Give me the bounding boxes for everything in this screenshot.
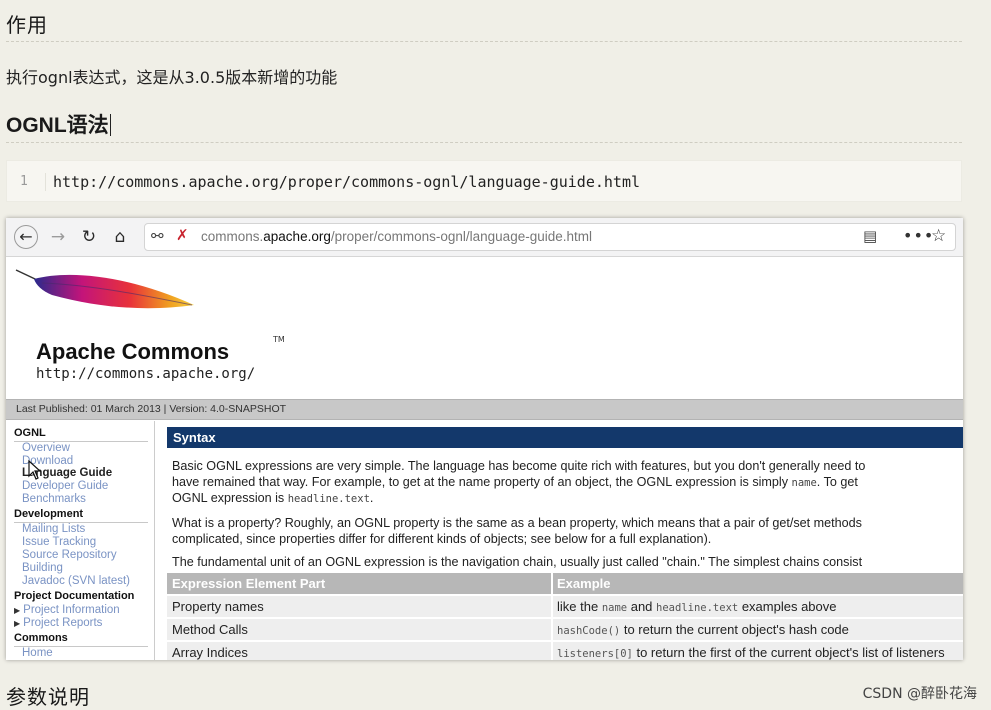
- column-divider: [551, 619, 553, 640]
- nav-heading-development: Development: [14, 508, 84, 520]
- table-header-cell: Example: [557, 576, 611, 591]
- triangle-right-icon: ▶: [14, 619, 21, 628]
- paragraph-line: have remained that way. For example, to …: [172, 474, 962, 491]
- cell-text: and: [627, 599, 657, 614]
- table-cell-example: listeners[0] to return the first of the …: [557, 645, 945, 660]
- apache-feather-logo[interactable]: [12, 265, 202, 335]
- code-line-number: 1: [20, 174, 28, 189]
- browser-toolbar: ← → ↻ ⌂ ⚯ ✗ commons.apache.org/proper/co…: [6, 218, 963, 257]
- nav-item-project-reports[interactable]: ▶ Project Reports: [14, 617, 102, 629]
- code-line: http://commons.apache.org/proper/commons…: [45, 173, 640, 191]
- column-divider: [551, 573, 553, 594]
- nav-item-overview[interactable]: Overview: [22, 442, 70, 454]
- column-divider: [551, 642, 553, 660]
- address-bar[interactable]: ⚯ ✗ commons.apache.org/proper/commons-og…: [144, 223, 956, 251]
- heading-ognl-syntax-text: OGNL语法: [6, 114, 109, 137]
- cell-text: examples above: [738, 599, 837, 614]
- inline-code: headline.text: [287, 493, 370, 505]
- site-logo-url: http://commons.apache.org/: [36, 366, 256, 382]
- published-bar: Last Published: 01 March 2013 | Version:…: [6, 399, 963, 420]
- divider: [6, 142, 962, 143]
- nav-item-source-repository[interactable]: Source Repository: [22, 549, 117, 561]
- paragraph-line: What is a property? Roughly, an OGNL pro…: [172, 516, 862, 530]
- paragraph-line: The fundamental unit of an OGNL expressi…: [172, 555, 863, 569]
- text-caret: [109, 114, 111, 136]
- url-prefix: commons.: [201, 229, 264, 244]
- nav-item-building[interactable]: Building: [22, 562, 63, 574]
- url-text[interactable]: commons.apache.org/proper/commons-ognl/l…: [201, 229, 592, 244]
- inline-code: hashCode(): [557, 625, 621, 637]
- inline-code: listeners[0]: [557, 648, 633, 660]
- section-title: Syntax: [173, 430, 216, 445]
- inline-code: name: [601, 602, 628, 614]
- nav-heading-project-documentation: Project Documentation: [14, 590, 135, 602]
- main-content: Syntax Basic OGNL expressions are very s…: [164, 421, 963, 660]
- table-cell-part: Array Indices: [172, 645, 248, 660]
- url-path: /proper/commons-ognl/language-guide.html: [330, 229, 592, 244]
- paragraph-text: . To get: [816, 475, 858, 489]
- table-cell-example: like the name and headline.text examples…: [557, 599, 837, 614]
- tracking-protection-icon[interactable]: ✗: [176, 226, 189, 244]
- published-info: Last Published: 01 March 2013 | Version:…: [16, 403, 287, 415]
- table-header-row: Expression Element Part Example: [167, 573, 963, 594]
- left-navigation: OGNL Overview Download Language Guide De…: [6, 421, 155, 660]
- inline-code: headline.text: [656, 602, 739, 614]
- nav-item-developer-guide[interactable]: Developer Guide: [22, 480, 108, 492]
- cell-text: to return the first of the current objec…: [632, 645, 945, 660]
- paragraph-line: OGNL expression is headline.text.: [172, 490, 962, 507]
- heading-ognl-syntax: OGNL语法: [6, 109, 111, 139]
- table-row: Method Calls hashCode() to return the cu…: [167, 619, 963, 640]
- cell-text: like the: [557, 599, 602, 614]
- table-cell-example: hashCode() to return the current object'…: [557, 622, 849, 637]
- table-header-cell: Expression Element Part: [172, 576, 326, 591]
- code-block: 1 http://commons.apache.org/proper/commo…: [6, 160, 962, 202]
- table-row: Array Indices listeners[0] to return the…: [167, 642, 963, 660]
- cell-text: to return the current object's hash code: [620, 622, 849, 637]
- divider: [6, 41, 962, 42]
- shield-icon[interactable]: ⚯: [151, 227, 164, 245]
- back-arrow-icon[interactable]: ←: [14, 225, 38, 249]
- nav-item-issue-tracking[interactable]: Issue Tracking: [22, 536, 96, 548]
- reader-view-icon[interactable]: ▤: [863, 227, 877, 245]
- paragraph-text: have remained that way. For example, to …: [172, 475, 792, 489]
- nav-item-home[interactable]: Home: [22, 647, 53, 659]
- paragraph-line: complicated, since properties differ for…: [172, 532, 712, 546]
- heading-params: 参数说明: [6, 685, 90, 709]
- url-domain: apache.org: [263, 229, 331, 244]
- browser-screenshot: ← → ↻ ⌂ ⚯ ✗ commons.apache.org/proper/co…: [6, 218, 963, 660]
- paragraph-text: OGNL expression is: [172, 491, 288, 505]
- bookmark-star-icon[interactable]: ☆: [931, 226, 946, 246]
- paragraph-line: Basic OGNL expressions are very simple. …: [172, 459, 866, 473]
- home-icon[interactable]: ⌂: [110, 227, 130, 247]
- table-cell-part: Method Calls: [172, 622, 248, 637]
- nav-item-benchmarks[interactable]: Benchmarks: [22, 493, 86, 505]
- table-row: Property names like the name and headlin…: [167, 596, 963, 617]
- triangle-right-icon: ▶: [14, 606, 21, 615]
- mouse-cursor-icon: [28, 460, 42, 480]
- nav-item-mailing-lists[interactable]: Mailing Lists: [22, 523, 85, 535]
- table-cell-part: Property names: [172, 599, 264, 614]
- reload-icon[interactable]: ↻: [79, 227, 99, 247]
- section-header-syntax: Syntax: [167, 427, 963, 448]
- nav-item-label: Project Information: [23, 604, 120, 616]
- nav-item-project-information[interactable]: ▶ Project Information: [14, 604, 120, 616]
- nav-heading-ognl: OGNL: [14, 427, 46, 439]
- heading-purpose: 作用: [6, 13, 48, 37]
- nav-item-javadoc[interactable]: Javadoc (SVN latest): [22, 575, 130, 587]
- site-logo-title[interactable]: Apache Commons: [36, 339, 229, 365]
- inline-code: name: [791, 477, 817, 489]
- nav-item-label: Project Reports: [23, 617, 103, 629]
- column-divider: [551, 596, 553, 617]
- description-text: 执行ognl表达式，这是从3.0.5版本新增的功能: [6, 68, 338, 87]
- forward-arrow-icon[interactable]: →: [48, 227, 68, 247]
- more-actions-icon[interactable]: •••: [903, 226, 934, 245]
- watermark: CSDN @醉卧花海: [862, 686, 977, 702]
- nav-heading-commons: Commons: [14, 632, 68, 644]
- site-header: Apache Commons TM http://commons.apache.…: [6, 257, 963, 398]
- trademark-mark: TM: [273, 335, 285, 344]
- paragraph-text: .: [369, 491, 374, 505]
